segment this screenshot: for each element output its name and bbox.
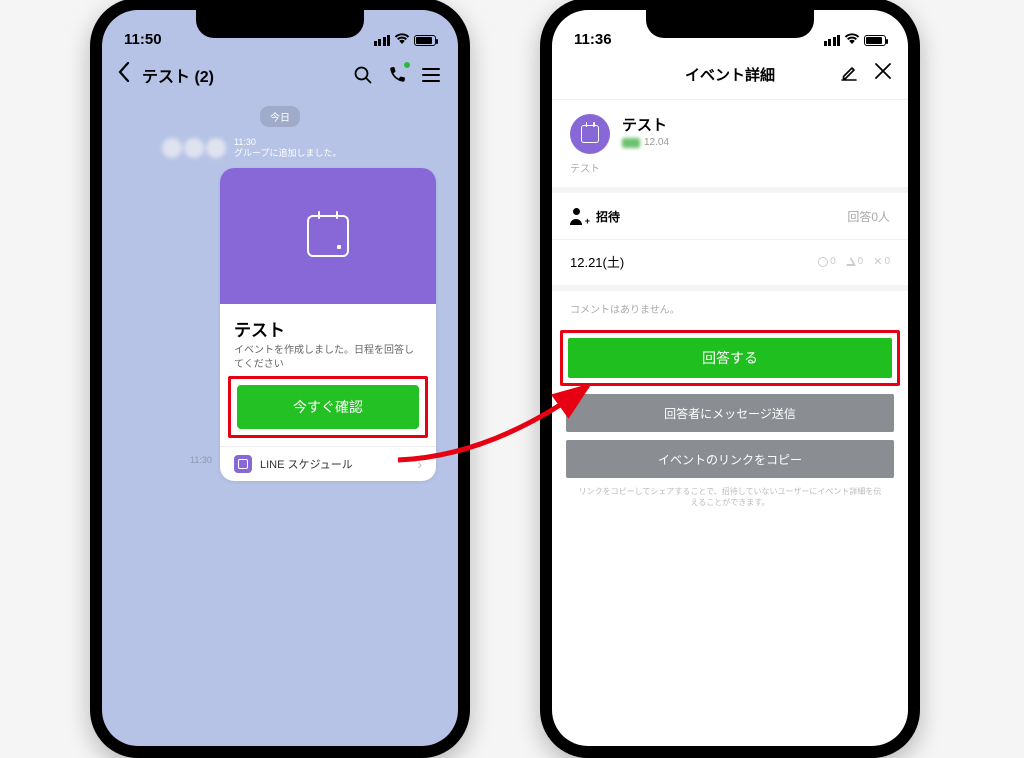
notch	[196, 10, 364, 38]
chat-header: テスト (2)	[102, 50, 458, 100]
answer-count: 回答0人	[847, 208, 890, 225]
chat-title: テスト (2)	[142, 63, 214, 87]
phone-frame-left: 11:50 テスト (2)	[90, 0, 470, 758]
calendar-badge-icon	[570, 114, 610, 154]
x-icon: ✕	[873, 255, 882, 268]
copy-link-note: リンクをコピーしてシェアすることで、招待していないユーザーにイベント詳細を伝える…	[552, 486, 908, 522]
triangle-icon	[846, 257, 856, 266]
event-description: テスト	[552, 158, 908, 187]
wifi-icon	[844, 33, 860, 48]
chevron-right-icon: ›	[417, 456, 422, 472]
screen-right: 11:36 イベント詳細 テスト	[552, 10, 908, 746]
event-detail-header: イベント詳細	[552, 50, 908, 100]
date-chip: 今日	[260, 106, 300, 127]
date-option-row[interactable]: 12.21(土) 0 0 ✕0	[552, 239, 908, 285]
close-icon[interactable]	[874, 62, 892, 86]
copy-link-button[interactable]: イベントのリンクをコピー	[566, 440, 894, 478]
event-card-title: テスト	[234, 316, 422, 341]
status-clock: 11:36	[574, 31, 612, 48]
footer-label: LINE スケジュール	[260, 456, 353, 472]
event-card-subtitle: イベントを作成しました。日程を回答してください	[234, 344, 422, 372]
invite-icon: +	[570, 207, 588, 225]
confirm-now-button[interactable]: 今すぐ確認	[237, 385, 419, 429]
event-card-hero	[220, 168, 436, 304]
wifi-icon	[394, 33, 410, 48]
call-icon[interactable]	[386, 64, 408, 86]
system-message: 11:30 グループに追加しました。	[162, 137, 458, 160]
vote-no: ✕0	[873, 255, 890, 268]
status-icons	[374, 33, 437, 48]
highlight-frame: 回答する	[560, 330, 900, 386]
calendar-icon	[307, 215, 349, 257]
answer-button[interactable]: 回答する	[568, 338, 892, 378]
phone-frame-right: 11:36 イベント詳細 テスト	[540, 0, 920, 758]
system-message-text: 11:30 グループに追加しました。	[234, 137, 341, 160]
invite-row[interactable]: + 招待 回答0人	[552, 193, 908, 239]
message-responders-button[interactable]: 回答者にメッセージ送信	[566, 394, 894, 432]
battery-icon	[414, 35, 436, 46]
organizer-avatar	[622, 138, 640, 148]
search-icon[interactable]	[352, 64, 374, 86]
signal-icon	[374, 35, 391, 46]
event-summary: テスト 12.04	[552, 100, 908, 158]
page-title: イベント詳細	[685, 64, 775, 85]
date-option-label: 12.21(土)	[570, 252, 624, 271]
menu-icon[interactable]	[420, 64, 442, 86]
invite-label: 招待	[596, 208, 620, 225]
vote-maybe: 0	[846, 256, 864, 267]
status-icons	[824, 33, 887, 48]
avatar-group	[162, 138, 226, 158]
status-clock: 11:50	[124, 31, 162, 48]
signal-icon	[824, 35, 841, 46]
circle-icon	[818, 257, 828, 267]
comment-empty: コメントはありません。	[552, 291, 908, 330]
schedule-icon	[234, 455, 252, 473]
battery-icon	[864, 35, 886, 46]
highlight-frame: 今すぐ確認	[228, 376, 428, 438]
screen-left: 11:50 テスト (2)	[102, 10, 458, 746]
notch	[646, 10, 814, 38]
vote-tally: 0 0 ✕0	[818, 255, 890, 268]
back-button[interactable]	[118, 61, 130, 89]
event-title: テスト	[622, 114, 669, 135]
vote-yes: 0	[818, 256, 836, 267]
event-created: 12.04	[622, 137, 669, 148]
edit-icon[interactable]	[840, 64, 858, 87]
event-card: テスト イベントを作成しました。日程を回答してください 今すぐ確認 LINE ス…	[220, 168, 436, 481]
